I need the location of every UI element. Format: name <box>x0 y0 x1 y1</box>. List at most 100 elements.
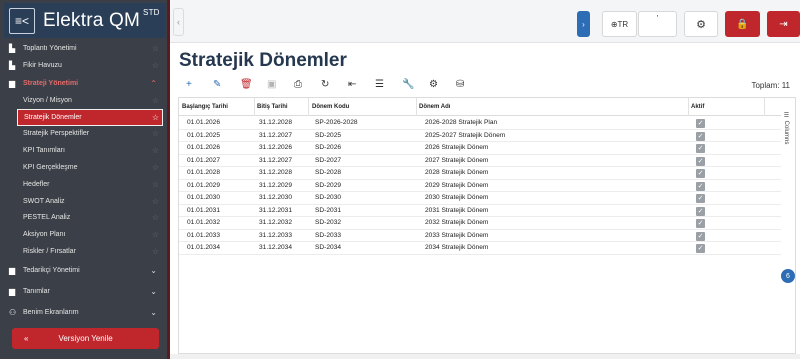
database-icon[interactable]: ⛁ <box>456 79 483 90</box>
logout-button[interactable]: ⇥ <box>767 11 800 37</box>
sidebar-subitem-5[interactable]: Hedefler ☆ <box>0 176 167 193</box>
col-divider[interactable] <box>764 98 765 116</box>
table-row[interactable]: 01.01.2030 31.12.2030 SD-2030 2030 Strateji… <box>179 192 781 205</box>
active-checkbox[interactable]: ✓ <box>696 119 705 128</box>
lock-button[interactable]: 🔒 <box>725 11 760 37</box>
col-header-active[interactable]: Aktif <box>691 104 704 110</box>
columns-side-panel[interactable]: ☰ Columns <box>781 97 796 354</box>
filter-icon[interactable]: ☰ <box>375 79 402 90</box>
gear-icon: ⚙ <box>696 18 706 31</box>
active-checkbox[interactable]: ✓ <box>696 131 705 141</box>
chevron-down-icon[interactable]: ⌄ <box>150 266 157 275</box>
chevron-down-icon[interactable]: ⌄ <box>150 308 157 317</box>
active-checkbox[interactable]: ✓ <box>696 219 705 228</box>
sidebar-item-0[interactable]: ▙ Toplantı Yönetimi ☆ <box>0 40 167 57</box>
col-header-period-name[interactable]: Dönem Adı <box>419 104 450 110</box>
users-icon: ⚇ <box>9 307 17 317</box>
save-icon[interactable]: ▣ <box>267 79 294 90</box>
favorite-star-icon[interactable]: ☆ <box>152 113 159 122</box>
sidebar-subitem-1[interactable]: Stratejik Dönemler ☆ <box>17 108 163 126</box>
table-row[interactable]: 01.01.2033 31.12.2033 SD-2033 2033 Strateji… <box>179 230 781 242</box>
brand-bar: ≡< Elektra QM STD <box>4 3 166 38</box>
table-row[interactable]: 01.01.2026 31.12.2028 SP-2026-2028 2026-202… <box>179 117 781 130</box>
sidebar-item-2[interactable]: ▆ Strateji Yönetimi ⌃ <box>0 74 167 92</box>
col-divider[interactable] <box>416 98 417 116</box>
table-row[interactable]: 01.01.2031 31.12.2031 SD-2031 2031 Strateji… <box>179 205 781 217</box>
sidebar-item-1[interactable]: ▙ Fikir Havuzu ☆ <box>0 57 167 74</box>
sidebar-subitem-9[interactable]: Riskler / Fırsatlar ☆ <box>0 243 167 260</box>
col-divider[interactable] <box>254 98 255 116</box>
col-divider[interactable] <box>308 98 309 116</box>
folder-icon: ▆ <box>9 78 16 88</box>
active-checkbox[interactable]: ✓ <box>696 244 705 253</box>
table-row[interactable]: 01.01.2026 31.12.2026 SD-2026 2026 Strateji… <box>179 142 781 155</box>
chevron-down-icon[interactable]: ⌄ <box>150 287 157 296</box>
sidebar-subitem-8[interactable]: Aksiyon Planı ☆ <box>0 226 167 243</box>
version-refresh-button[interactable]: « Versiyon Yenile <box>12 328 159 349</box>
table-cell: 2027 Stratejik Dönem <box>425 156 489 164</box>
sidebar-group-1[interactable]: ▆ Tanımlar ⌄ <box>0 281 167 302</box>
sidebar-subitem-7[interactable]: PESTEL Analiz ☆ <box>0 210 167 227</box>
active-checkbox[interactable]: ✓ <box>696 144 705 153</box>
table-row[interactable]: 01.01.2032 31.12.2032 SD-2032 2032 Strateji… <box>179 217 781 230</box>
edit-icon[interactable]: ✎ <box>213 79 240 90</box>
favorite-star-icon[interactable]: ☆ <box>152 96 159 105</box>
user-info-box[interactable]: ' <box>638 11 677 37</box>
active-checkbox[interactable]: ✓ <box>696 156 705 166</box>
sidebar-subitem-0[interactable]: Vizyon / Misyon ☆ <box>0 92 167 109</box>
export-excel-icon[interactable]: ⇤ <box>348 79 375 90</box>
delete-icon[interactable]: 🗑 <box>240 79 267 90</box>
table-cell: 31.12.2028 <box>259 119 293 126</box>
table-row[interactable]: 01.01.2027 31.12.2027 SD-2027 2027 Strateji… <box>179 155 781 167</box>
settings-icon[interactable]: ⚙ <box>429 79 456 90</box>
expand-right-button[interactable]: › <box>577 11 590 37</box>
refresh-icon[interactable]: ↻ <box>321 79 348 90</box>
sidebar-item-label: Strateji Yönetimi <box>23 79 79 87</box>
col-header-start-date[interactable]: Başlangıç Tarihi <box>182 104 228 110</box>
col-header-end-date[interactable]: Bitiş Tarihi <box>257 104 288 110</box>
table-cell: 31.12.2033 <box>259 231 293 239</box>
col-header-period-code[interactable]: Dönem Kodu <box>312 104 349 110</box>
wrench-icon[interactable]: 🔧 <box>402 79 429 90</box>
table-row[interactable]: 01.01.2034 31.12.2034 SD-2034 2034 Strateji… <box>179 242 781 255</box>
table-cell: 2030 Stratejik Dönem <box>425 194 489 201</box>
active-checkbox[interactable]: ✓ <box>696 231 705 241</box>
table-cell: SD-2029 <box>315 181 342 189</box>
favorite-star-icon[interactable]: ☆ <box>152 197 159 206</box>
favorite-star-icon[interactable]: ☆ <box>152 146 159 155</box>
add-icon[interactable]: + <box>186 79 213 90</box>
sidebar-subitem-2[interactable]: Stratejik Perspektifler ☆ <box>0 126 167 143</box>
notification-badge[interactable]: 6 <box>781 269 795 283</box>
sidebar-subitem-label: PESTEL Analiz <box>23 214 71 222</box>
favorite-star-icon[interactable]: ☆ <box>152 180 159 189</box>
chevron-up-icon[interactable]: ⌃ <box>150 79 157 88</box>
language-selector[interactable]: ⊕ TR <box>602 11 637 37</box>
favorite-star-icon[interactable]: ☆ <box>152 213 159 222</box>
favorite-star-icon[interactable]: ☆ <box>152 44 159 53</box>
active-checkbox[interactable]: ✓ <box>696 194 705 203</box>
menu-toggle-icon[interactable]: ≡< <box>9 7 35 34</box>
favorite-star-icon[interactable]: ☆ <box>152 163 159 172</box>
collapse-left-button[interactable]: ‹ <box>173 8 184 36</box>
bottom-scrollbar[interactable] <box>170 354 800 359</box>
logout-icon: ⇥ <box>779 18 788 30</box>
table-row[interactable]: 01.01.2029 31.12.2029 SD-2029 2029 Strateji… <box>179 180 781 192</box>
active-checkbox[interactable]: ✓ <box>696 169 705 178</box>
settings-button[interactable]: ⚙ <box>684 11 718 37</box>
sidebar-subitem-3[interactable]: KPI Tanımları ☆ <box>0 142 167 159</box>
col-divider[interactable] <box>688 98 689 116</box>
table-row[interactable]: 01.01.2025 31.12.2027 SD-2025 2025-2027 Str… <box>179 130 781 142</box>
active-checkbox[interactable]: ✓ <box>696 206 705 216</box>
print-icon[interactable]: ⎙ <box>294 79 321 90</box>
active-checkbox[interactable]: ✓ <box>696 181 705 191</box>
sidebar-subitem-6[interactable]: SWOT Analiz ☆ <box>0 193 167 210</box>
favorite-star-icon[interactable]: ☆ <box>152 129 159 138</box>
favorite-star-icon[interactable]: ☆ <box>152 247 159 256</box>
sidebar-group-2[interactable]: ⚇ Benim Ekranlarım ⌄ <box>0 302 167 323</box>
table-cell: 2026 Stratejik Dönem <box>425 144 489 151</box>
table-row[interactable]: 01.01.2028 31.12.2028 SD-2028 2028 Strateji… <box>179 167 781 180</box>
favorite-star-icon[interactable]: ☆ <box>152 61 159 70</box>
sidebar-group-0[interactable]: ▆ Tedarikçi Yönetimi ⌄ <box>0 260 167 281</box>
favorite-star-icon[interactable]: ☆ <box>152 230 159 239</box>
sidebar-subitem-4[interactable]: KPI Gerçekleşme ☆ <box>0 159 167 176</box>
